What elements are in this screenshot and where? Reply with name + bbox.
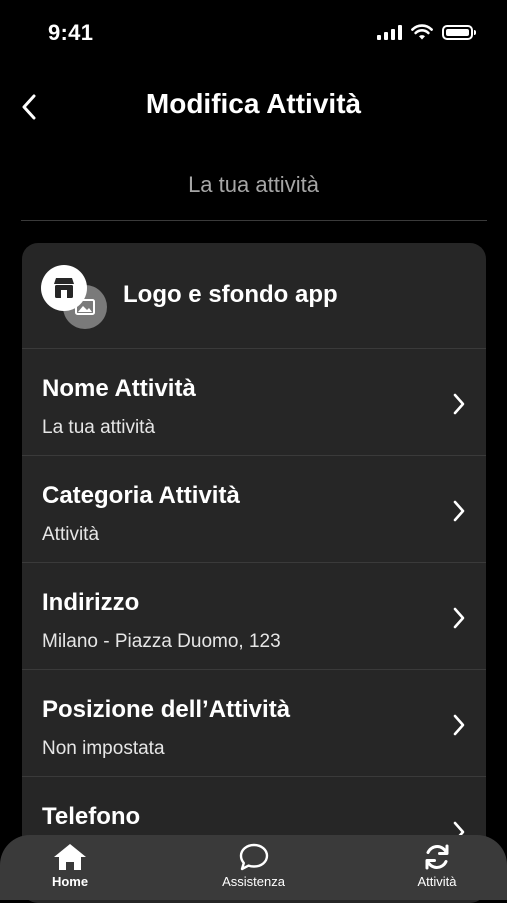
- tab-home[interactable]: Home: [0, 835, 140, 900]
- chevron-right-icon: [453, 393, 465, 415]
- status-bar: 9:41: [0, 0, 507, 68]
- business-category-row[interactable]: Categoria Attività Attività: [22, 456, 486, 563]
- refresh-icon: [425, 844, 449, 870]
- section-divider: [21, 220, 487, 221]
- section-title: La tua attività: [188, 172, 319, 197]
- row-value: Attività: [42, 524, 100, 545]
- chevron-right-icon: [453, 714, 465, 736]
- chevron-right-icon: [453, 500, 465, 522]
- status-time: 9:41: [48, 20, 94, 45]
- logo-background-label: Logo e sfondo app: [123, 281, 338, 308]
- page-title: Modifica Attività: [145, 88, 362, 119]
- tab-bar: Home Assistenza Attività: [0, 835, 507, 900]
- tab-label: Assistenza: [222, 874, 285, 889]
- business-location-row[interactable]: Posizione dell’Attività Non impostata: [22, 670, 486, 777]
- row-title: Categoria Attività: [42, 482, 240, 509]
- nav-bar: Modifica Attività: [0, 70, 507, 142]
- store-icon: [41, 265, 87, 311]
- tab-assistenza[interactable]: Assistenza: [184, 835, 324, 900]
- cellular-signal-icon: [377, 24, 402, 40]
- row-value: Non impostata: [42, 738, 165, 759]
- address-row[interactable]: Indirizzo Milano - Piazza Duomo, 123: [22, 563, 486, 670]
- wifi-icon: [411, 24, 433, 40]
- tab-attivita[interactable]: Attività: [367, 835, 507, 900]
- chat-bubble-icon: [239, 843, 268, 871]
- settings-card: Logo e sfondo app Nome Attività La tua a…: [22, 243, 486, 903]
- row-title: Telefono: [42, 803, 141, 830]
- home-icon: [54, 844, 86, 870]
- business-name-row[interactable]: Nome Attività La tua attività: [22, 349, 486, 456]
- tab-label: Home: [51, 874, 89, 889]
- row-title: Indirizzo: [42, 589, 140, 616]
- battery-icon: [442, 24, 476, 40]
- logo-background-row[interactable]: Logo e sfondo app: [22, 243, 486, 349]
- chevron-right-icon: [453, 607, 465, 629]
- row-value: La tua attività: [42, 417, 156, 438]
- row-value: Milano - Piazza Duomo, 123: [42, 631, 281, 652]
- row-title: Nome Attività: [42, 375, 196, 402]
- logo-icons: [41, 265, 111, 330]
- row-title: Posizione dell’Attività: [42, 696, 291, 723]
- status-icons: [377, 24, 476, 40]
- tab-label: Attività: [417, 874, 457, 889]
